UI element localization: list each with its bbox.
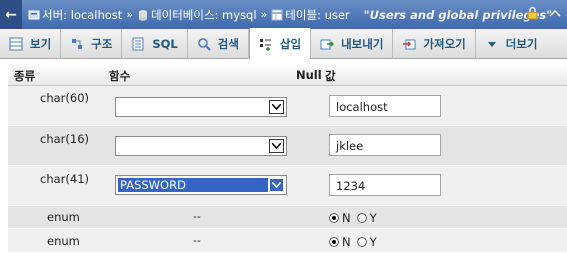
sql-icon (130, 36, 146, 52)
function-select[interactable] (115, 136, 287, 156)
tab-browse[interactable]: 보기 (0, 28, 62, 59)
field-type: char(60) (40, 91, 89, 105)
breadcrumb-separator: » (260, 8, 268, 21)
table-row: enum -- N Y (8, 229, 567, 253)
tab-export-label: 내보내기 (341, 36, 384, 51)
import-icon (401, 36, 417, 52)
insert-icon (258, 36, 274, 52)
structure-icon (69, 36, 85, 52)
server-icon (28, 9, 40, 21)
radio-y-label: Y (369, 211, 377, 225)
breadcrumb-table[interactable]: 테이블: user (271, 7, 350, 23)
database-icon (137, 9, 149, 21)
tab-import-label: 가져오기 (423, 36, 466, 51)
tab-structure[interactable]: 구조 (61, 28, 123, 59)
tab-more-label: 더보기 (505, 36, 538, 51)
search-icon (196, 36, 212, 52)
tab-search[interactable]: 검색 (188, 28, 249, 59)
tab-structure-label: 구조 (91, 36, 113, 51)
tab-more[interactable]: 더보기 (476, 29, 547, 59)
table-row: enum -- N Y (8, 206, 567, 229)
breadcrumb: ← 서버: localhost » 데이터베이스: mysql » 테이블: u… (0, 0, 567, 29)
table-row: char(41) PASSWORD 1234 (8, 166, 567, 206)
field-type: enum (47, 234, 80, 248)
radio-n-label: N (342, 235, 351, 249)
table-comment: "Users and global privileges" (363, 7, 553, 22)
radio-n[interactable] (329, 213, 339, 223)
value-input[interactable]: 1234 (329, 174, 441, 196)
lock-icon[interactable] (526, 6, 539, 23)
chevron-down-icon (269, 139, 284, 153)
field-type: enum (47, 210, 80, 224)
tab-search-label: 검색 (217, 36, 239, 51)
breadcrumb-table-label: 테이블: user (285, 7, 350, 22)
insert-table: 종류 함수 Null 값 char(60) localhost char(16)… (8, 63, 567, 253)
field-type: char(16) (40, 132, 89, 146)
tab-sql[interactable]: SQL (122, 28, 188, 59)
browse-icon (8, 36, 24, 52)
column-header-null: Null (296, 68, 322, 82)
table-row: char(60) localhost (8, 86, 567, 126)
radio-y[interactable] (356, 213, 367, 223)
column-header-type: 종류 (14, 69, 36, 83)
tab-browse-label: 보기 (30, 36, 52, 51)
table-icon (271, 9, 283, 21)
breadcrumb-database-label: 데이터베이스: mysql (151, 7, 257, 22)
tab-bar: 보기 구조 SQL 검색 삽입 내보내기 가져오기 더보기 (0, 28, 567, 59)
breadcrumb-database[interactable]: 데이터베이스: mysql (137, 7, 257, 23)
chevron-down-icon (269, 178, 284, 192)
enum-radio-group: N Y (329, 211, 377, 225)
radio-n[interactable] (329, 237, 339, 247)
breadcrumb-server[interactable]: 서버: localhost (28, 7, 122, 23)
enum-radio-group: N Y (329, 235, 377, 249)
tab-export[interactable]: 내보내기 (311, 28, 394, 59)
radio-n-label: N (342, 211, 351, 225)
chevron-down-icon (269, 100, 284, 114)
radio-y-label: Y (369, 235, 377, 249)
tab-insert-label: 삽입 (279, 36, 302, 51)
function-select-value: PASSWORD (118, 178, 268, 192)
value-input[interactable]: localhost (329, 95, 441, 117)
tab-import[interactable]: 가져오기 (393, 28, 476, 59)
field-type: char(41) (40, 172, 89, 186)
export-icon (319, 36, 335, 52)
tab-insert[interactable]: 삽입 (248, 28, 312, 59)
column-header-value: 값 (325, 69, 336, 83)
chevron-down-icon (484, 36, 500, 52)
function-select[interactable] (115, 97, 287, 117)
table-header: 종류 함수 Null 값 (8, 63, 567, 86)
collapse-icon[interactable] (549, 8, 561, 21)
function-select[interactable]: PASSWORD (115, 175, 287, 195)
function-none: -- (193, 210, 201, 223)
value-input[interactable]: jklee (329, 134, 441, 156)
breadcrumb-separator: » (126, 8, 134, 21)
back-arrow-icon[interactable]: ← (0, 0, 22, 29)
tab-sql-label: SQL (152, 36, 178, 51)
breadcrumb-server-label: 서버: localhost (42, 7, 123, 22)
column-header-function: 함수 (109, 69, 131, 83)
table-row: char(16) jklee (8, 126, 567, 166)
function-none: -- (193, 234, 201, 247)
radio-y[interactable] (356, 237, 367, 247)
